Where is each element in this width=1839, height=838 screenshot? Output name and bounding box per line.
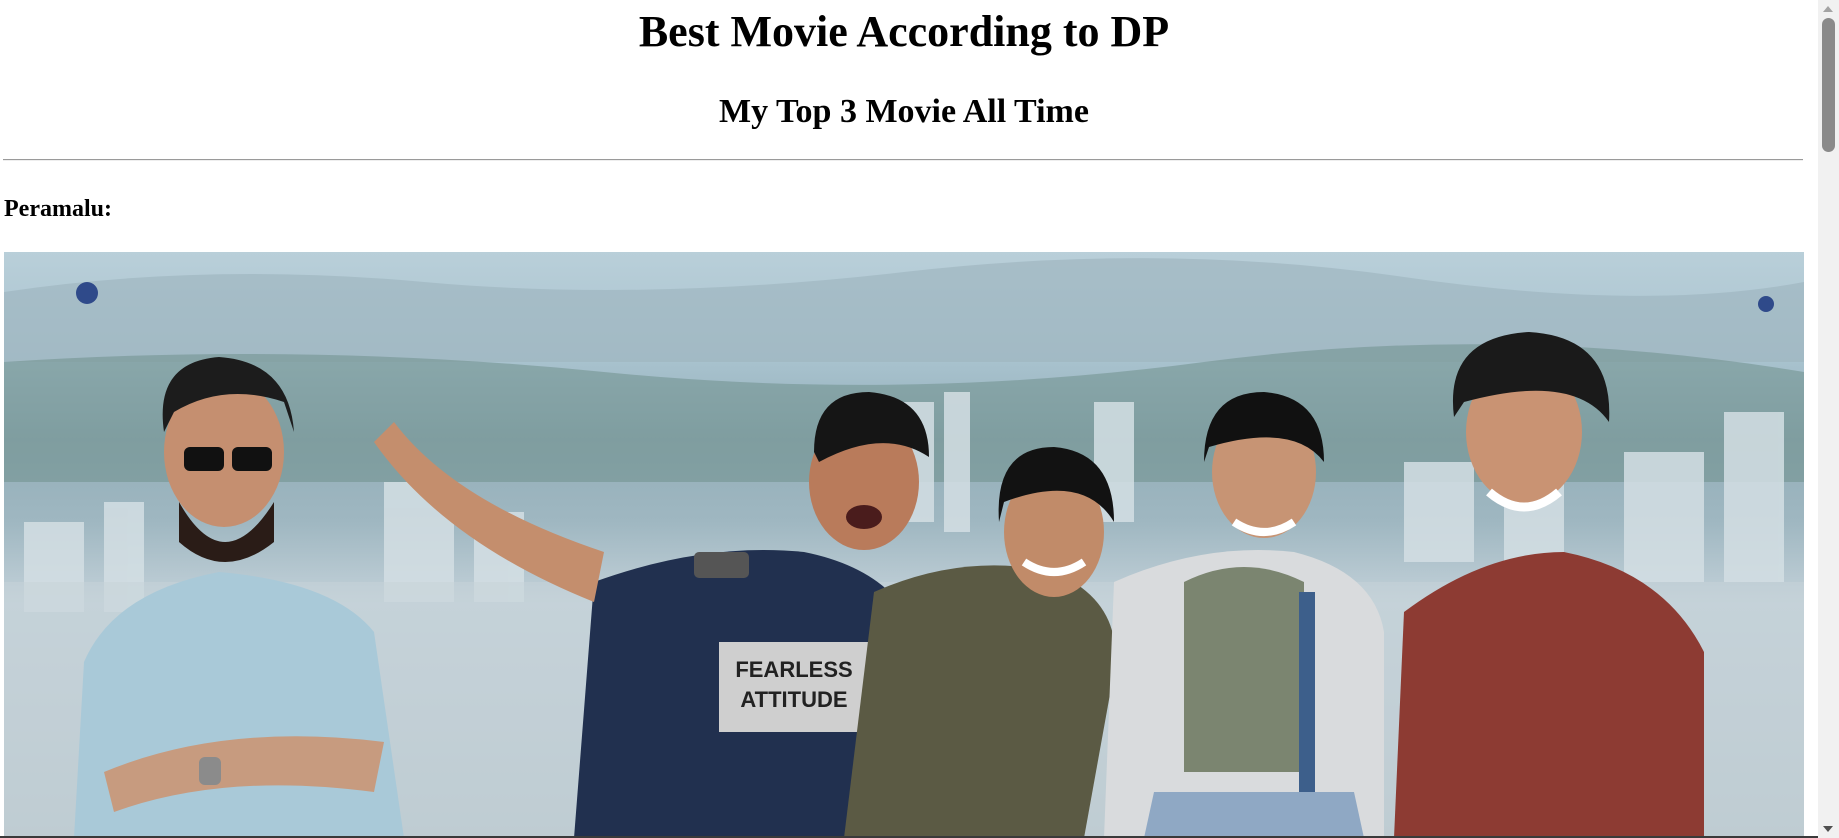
scroll-up-arrow-icon[interactable] xyxy=(1823,6,1833,12)
horizontal-divider xyxy=(3,159,1803,161)
shirt-text-line2: ATTITUDE xyxy=(740,687,847,712)
page-content: Best Movie According to DP My Top 3 Movi… xyxy=(0,0,1818,838)
page: Best Movie According to DP My Top 3 Movi… xyxy=(0,0,1839,838)
page-subtitle: My Top 3 Movie All Time xyxy=(719,93,1089,130)
movie-label: Peramalu: xyxy=(4,196,112,222)
page-title: Best Movie According to DP xyxy=(638,7,1170,56)
shirt-text-line1: FEARLESS xyxy=(735,657,852,682)
movie-photo-illustration: FEARLESS ATTITUDE xyxy=(4,258,1804,838)
scroll-thumb[interactable] xyxy=(1822,18,1835,152)
movie-image: FEARLESS ATTITUDE xyxy=(4,252,1804,838)
vertical-scrollbar[interactable] xyxy=(1818,0,1839,838)
scroll-down-arrow-icon[interactable] xyxy=(1823,826,1833,832)
